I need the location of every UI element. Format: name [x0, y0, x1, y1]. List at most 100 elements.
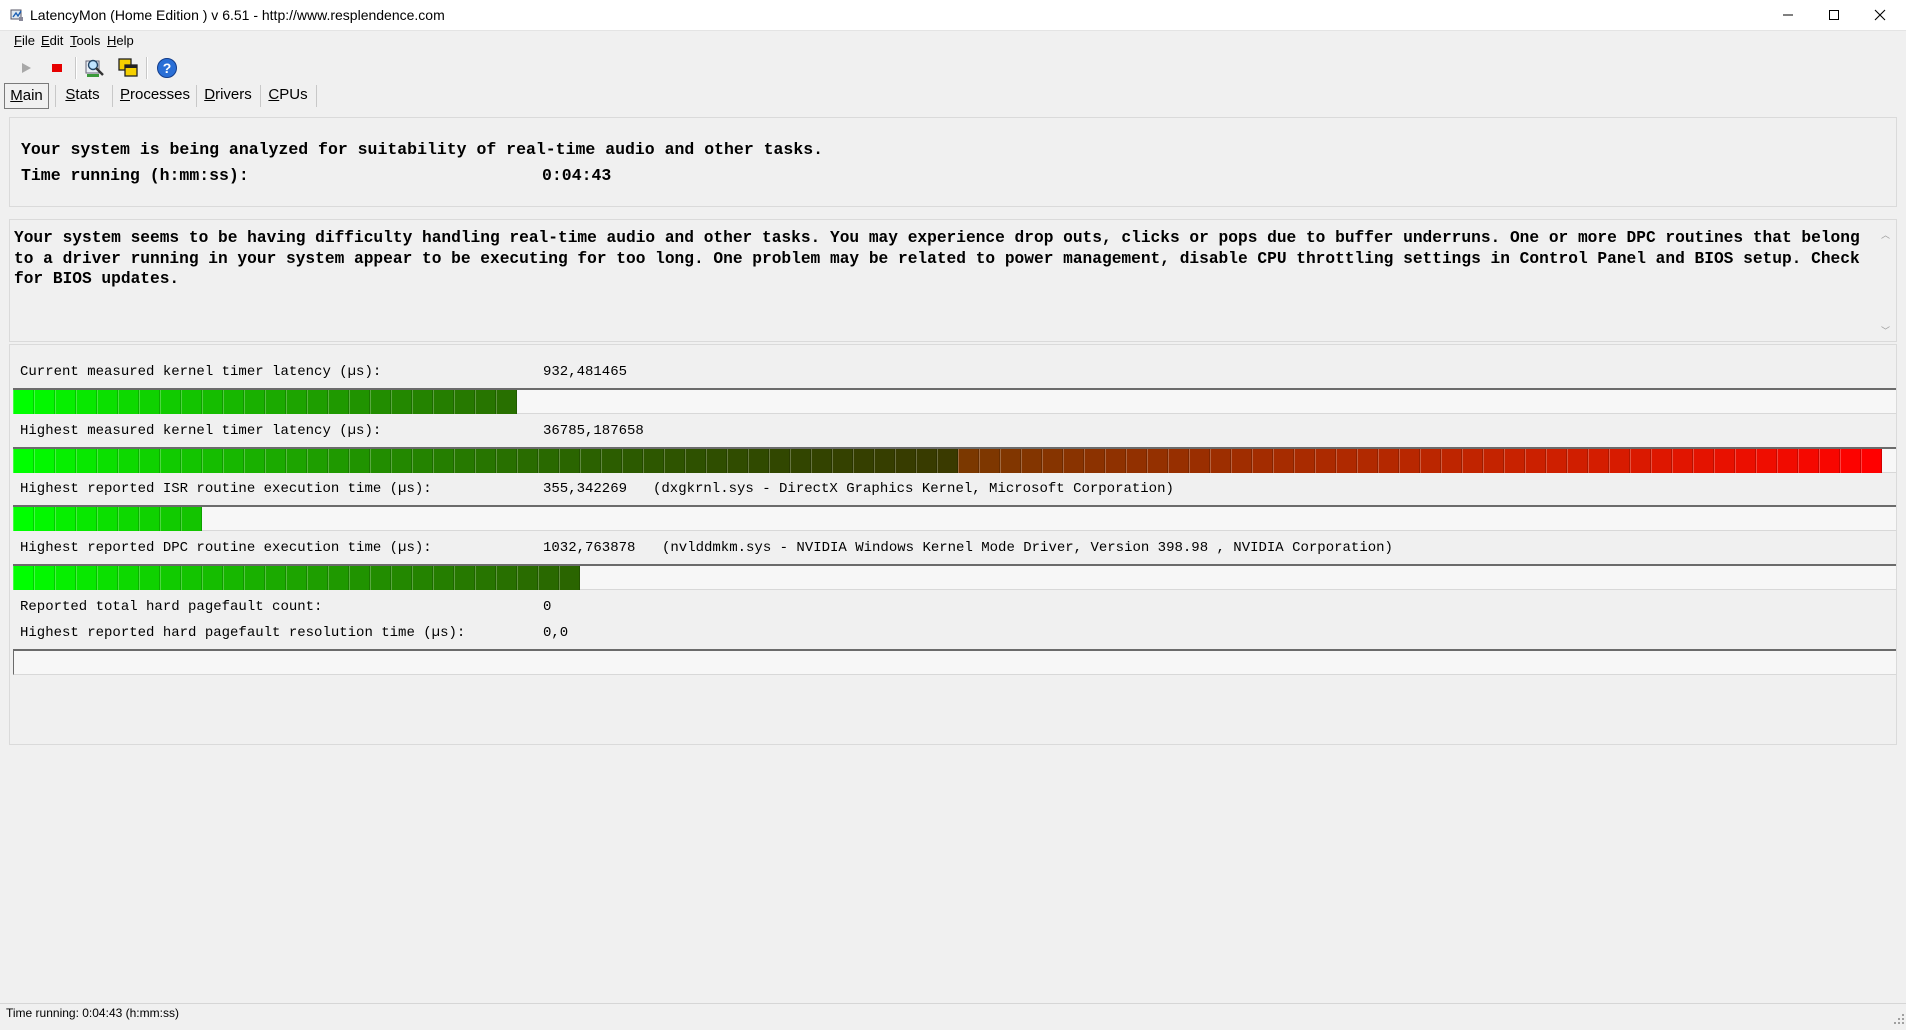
- tab-drivers[interactable]: Drivers: [201, 83, 255, 107]
- bar-segment: [160, 449, 181, 473]
- help-button[interactable]: ?: [154, 56, 180, 80]
- bar-segment: [1420, 449, 1441, 473]
- bar-segment: [181, 449, 202, 473]
- bar-segment: [475, 390, 496, 414]
- resize-grip-icon[interactable]: [1894, 1011, 1904, 1024]
- bar-segment: [622, 449, 643, 473]
- conclusion-text: Your system seems to be having difficult…: [14, 229, 1860, 288]
- bar-segment: [202, 390, 223, 414]
- bar-segment: [244, 566, 265, 590]
- highest-latency-bar: [13, 447, 1896, 473]
- bar-segment: [1126, 449, 1147, 473]
- stop-button[interactable]: [44, 56, 70, 80]
- tab-main[interactable]: Main: [4, 83, 49, 109]
- bar-segment: [811, 449, 832, 473]
- bar-segment: [1693, 449, 1714, 473]
- bar-segment: [1672, 449, 1693, 473]
- menu-file[interactable]: File: [14, 33, 35, 48]
- bar-segment: [685, 449, 706, 473]
- summary-panel: Your system is being analyzed for suitab…: [9, 117, 1897, 207]
- bar-segment: [1021, 449, 1042, 473]
- bar-segment: [769, 449, 790, 473]
- bar-segment: [538, 566, 559, 590]
- pagefault-time-label: Highest reported hard pagefault resoluti…: [20, 625, 466, 641]
- bar-segment: [349, 390, 370, 414]
- bar-segment: [286, 390, 307, 414]
- bar-segment: [391, 566, 412, 590]
- bar-segment: [223, 449, 244, 473]
- windows-icon: [118, 58, 138, 77]
- bar-segment: [454, 449, 475, 473]
- bar-segment: [1609, 449, 1630, 473]
- bar-segment: [1651, 449, 1672, 473]
- pagefault-count-label: Reported total hard pagefault count:: [20, 599, 323, 615]
- bar-segment: [517, 449, 538, 473]
- close-icon: [1874, 9, 1886, 21]
- bar-segment: [937, 449, 958, 473]
- bar-segment: [97, 507, 118, 531]
- analyze-button[interactable]: [82, 56, 108, 80]
- bar-segment: [874, 449, 895, 473]
- bar-segment: [34, 507, 55, 531]
- window-title: LatencyMon (Home Edition ) v 6.51 - http…: [30, 7, 445, 23]
- bar-segment: [1630, 449, 1651, 473]
- bar-segment: [1315, 449, 1336, 473]
- bar-segment: [1399, 449, 1420, 473]
- bar-segment: [223, 566, 244, 590]
- bar-segment: [202, 566, 223, 590]
- bar-segment: [916, 449, 937, 473]
- windows-button[interactable]: [115, 56, 141, 80]
- magnifier-icon: [85, 59, 104, 77]
- menu-tools[interactable]: Tools: [70, 33, 100, 48]
- bar-segment: [223, 390, 244, 414]
- tab-separator: [316, 85, 317, 107]
- minimize-button[interactable]: [1765, 0, 1811, 30]
- bar-segment: [118, 507, 139, 531]
- bar-segment: [454, 566, 475, 590]
- bar-segment: [1378, 449, 1399, 473]
- bar-segment: [244, 449, 265, 473]
- bar-segment: [1840, 449, 1861, 473]
- current-latency-value: 932,481465: [543, 364, 628, 380]
- app-icon: [10, 8, 24, 22]
- bar-segment: [181, 390, 202, 414]
- bar-segment: [13, 390, 34, 414]
- close-button[interactable]: [1857, 0, 1903, 30]
- tab-separator: [260, 85, 261, 107]
- bar-segment: [370, 566, 391, 590]
- scroll-up-icon[interactable]: ︿: [1881, 228, 1890, 241]
- title-bar: LatencyMon (Home Edition ) v 6.51 - http…: [0, 0, 1906, 31]
- bar-segment: [412, 390, 433, 414]
- bar-segment: [118, 566, 139, 590]
- bar-segment: [181, 507, 202, 531]
- bar-segment: [1546, 449, 1567, 473]
- bar-segment: [286, 566, 307, 590]
- maximize-button[interactable]: [1811, 0, 1857, 30]
- bar-segment: [181, 566, 202, 590]
- bar-segment: [202, 449, 223, 473]
- bar-segment: [664, 449, 685, 473]
- bar-segment: [1483, 449, 1504, 473]
- bar-segment: [139, 507, 160, 531]
- menu-help[interactable]: Help: [107, 33, 134, 48]
- tab-cpus[interactable]: CPUs: [265, 83, 311, 107]
- bar-segment: [307, 390, 328, 414]
- bar-segment: [1357, 449, 1378, 473]
- minimize-icon: [1783, 14, 1793, 16]
- start-button[interactable]: [13, 56, 39, 80]
- bar-segment: [13, 566, 34, 590]
- bar-segment: [1714, 449, 1735, 473]
- bar-segment: [1210, 449, 1231, 473]
- status-bar: Time running: 0:04:43 (h:mm:ss): [0, 1003, 1906, 1024]
- tab-stats[interactable]: Stats: [60, 83, 105, 107]
- bar-segment: [1168, 449, 1189, 473]
- tab-processes[interactable]: Processes: [117, 83, 193, 107]
- isr-driver-detail: (dxgkrnl.sys - DirectX Graphics Kernel, …: [653, 481, 1174, 497]
- scroll-down-icon[interactable]: ﹀: [1881, 324, 1890, 337]
- bar-segment: [1567, 449, 1588, 473]
- menu-edit[interactable]: Edit: [41, 33, 63, 48]
- bar-segment: [1798, 449, 1819, 473]
- current-latency-label: Current measured kernel timer latency (µ…: [20, 364, 382, 380]
- current-latency-bar: [13, 388, 1896, 414]
- tab-separator: [112, 85, 113, 107]
